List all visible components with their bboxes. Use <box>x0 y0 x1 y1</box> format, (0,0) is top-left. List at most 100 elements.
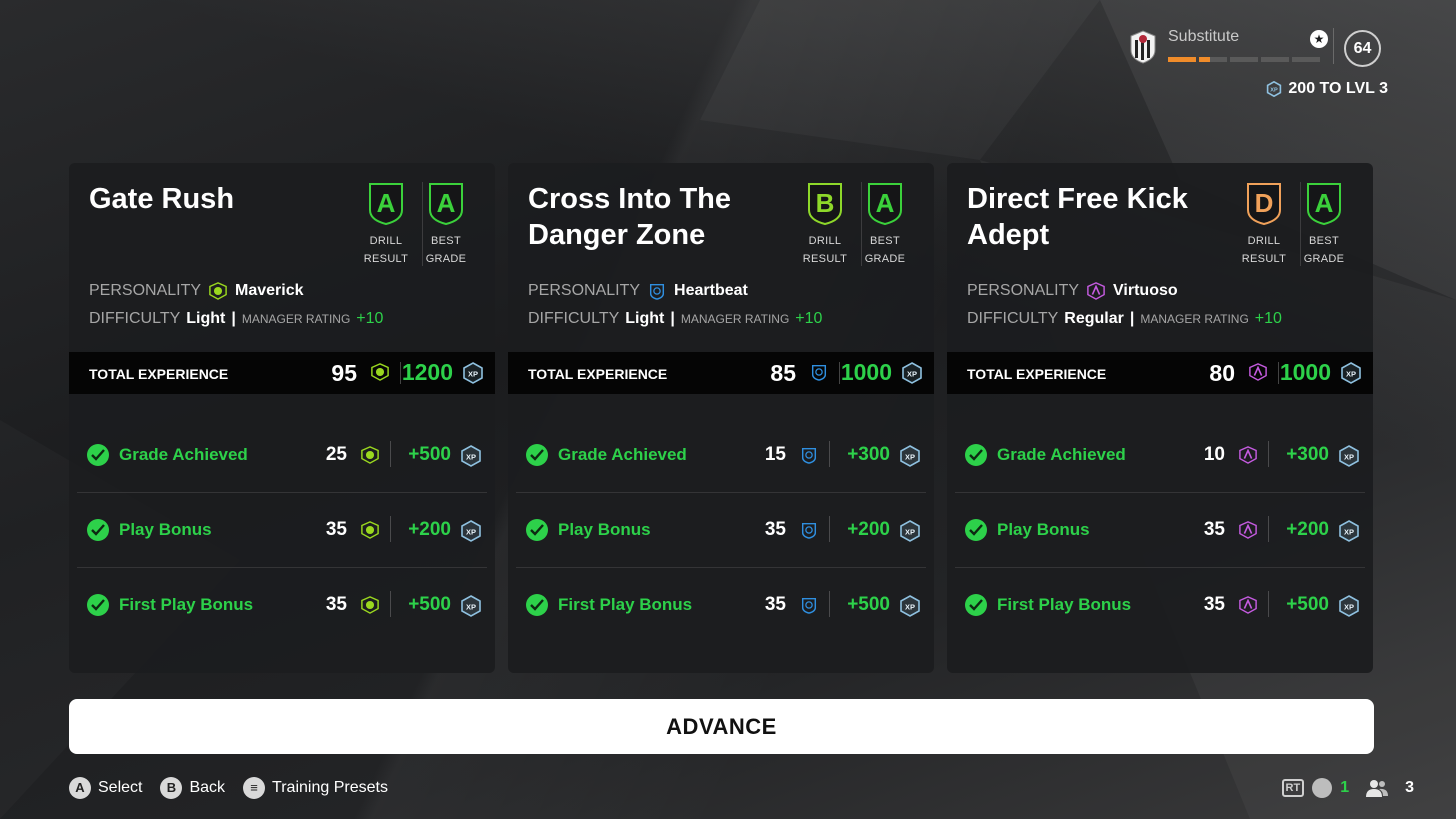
drill-card[interactable]: Direct Free Kick Adept D DRILL RESULT A … <box>947 163 1373 673</box>
controller-hints: A Select B Back ≡ Training Presets <box>69 777 388 799</box>
xp-icon: XP <box>900 445 920 467</box>
bonus-points: 35 <box>764 519 786 540</box>
difficulty-value: Light <box>625 310 665 327</box>
xp-to-next-level: XP 200 TO LVL 3 <box>1266 80 1388 98</box>
drill-card[interactable]: Gate Rush A DRILL RESULT A BEST GRADE PE… <box>69 163 495 673</box>
bonus-points: 25 <box>325 444 347 465</box>
progress-segment <box>1168 57 1196 62</box>
bonus-points: 35 <box>325 519 347 540</box>
manager-rating-value: +10 <box>795 310 823 327</box>
player-status-label: Substitute <box>1168 28 1240 45</box>
bonus-points: 35 <box>1203 594 1225 615</box>
bonus-xp: +500 <box>1286 594 1329 615</box>
svg-text:A: A <box>1315 188 1334 218</box>
grade-shield-icon: B <box>808 183 842 226</box>
difficulty-value: Regular <box>1064 310 1124 327</box>
xp-icon: XP <box>463 362 483 384</box>
bonus-label: Play Bonus <box>997 520 1090 539</box>
best-grade-caption: BEST GRADE <box>425 235 467 265</box>
personality-icon <box>1087 282 1105 300</box>
grade-shield-icon: A <box>429 183 463 226</box>
difficulty-row: DIFFICULTY Light | MANAGER RATING +10 <box>89 310 384 327</box>
bonus-xp: +500 <box>408 444 451 465</box>
personality-icon <box>361 521 379 539</box>
personality-row: PERSONALITY Heartbeat <box>528 281 748 301</box>
check-icon <box>87 519 109 541</box>
bonus-xp: +500 <box>847 594 890 615</box>
bonus-row: Grade Achieved 15 +300 XP <box>516 418 926 493</box>
personality-row: PERSONALITY Virtuoso <box>967 281 1178 301</box>
divider <box>829 591 830 617</box>
controller-button-icon: A <box>69 777 91 799</box>
total-points: 85 <box>770 360 796 386</box>
personality-icon <box>1239 521 1257 539</box>
personality-value: Virtuoso <box>1113 282 1178 299</box>
grade-shield-icon: A <box>369 183 403 226</box>
divider <box>1268 516 1269 542</box>
svg-text:XP: XP <box>466 453 476 462</box>
divider <box>829 516 830 542</box>
progress-segment <box>1230 57 1258 62</box>
hint-label: Select <box>98 779 143 796</box>
bonus-row: Grade Achieved 25 +500 XP <box>77 418 487 493</box>
hint-back[interactable]: B Back <box>160 777 225 799</box>
check-icon <box>87 594 109 616</box>
best-grade-caption: BEST GRADE <box>864 235 906 265</box>
drill-card[interactable]: Cross Into The Danger Zone B DRILL RESUL… <box>508 163 934 673</box>
personality-icon <box>361 446 379 464</box>
manager-rating-label: MANAGER RATING <box>1140 312 1249 326</box>
party-icon <box>1366 780 1389 797</box>
advance-button[interactable]: ADVANCE <box>69 699 1374 754</box>
speaker-muted-icon[interactable] <box>1312 778 1333 798</box>
svg-text:D: D <box>1255 188 1274 218</box>
difficulty-value: Light <box>186 310 226 327</box>
progress-segment <box>1292 57 1320 62</box>
xp-icon: XP <box>1339 445 1359 467</box>
bonus-label: Grade Achieved <box>119 445 248 464</box>
drill-result-caption: DRILL RESULT <box>802 235 848 265</box>
best-grade: A BEST GRADE <box>419 182 473 268</box>
xp-icon: XP <box>1339 520 1359 542</box>
hint-select[interactable]: A Select <box>69 777 142 799</box>
bonus-row: Play Bonus 35 +200 XP <box>77 493 487 568</box>
personality-icon <box>801 447 817 464</box>
drill-result-caption: DRILL RESULT <box>363 235 409 265</box>
difficulty-label: DIFFICULTY <box>967 310 1059 327</box>
divider <box>829 441 830 467</box>
bonus-xp: +200 <box>408 519 451 540</box>
svg-text:XP: XP <box>1344 528 1354 537</box>
drill-result-grade: A DRILL RESULT <box>359 182 413 268</box>
drill-result-grade: D DRILL RESULT <box>1237 182 1291 268</box>
personality-value: Maverick <box>235 282 304 299</box>
best-grade-caption: BEST GRADE <box>1303 235 1345 265</box>
controller-button-icon: ≡ <box>243 777 266 799</box>
personality-row: PERSONALITY Maverick <box>89 281 304 301</box>
xp-icon: XP <box>902 362 922 384</box>
personality-value: Heartbeat <box>674 282 748 299</box>
divider <box>390 591 391 617</box>
svg-text:A: A <box>437 188 456 218</box>
check-icon <box>965 444 987 466</box>
xp-icon: XP <box>900 520 920 542</box>
xp-icon: XP <box>461 595 481 617</box>
bonus-label: First Play Bonus <box>558 595 693 614</box>
footer-status: RT 1 3 <box>1281 778 1414 798</box>
svg-text:XP: XP <box>1271 87 1279 93</box>
voice-count: 1 <box>1340 779 1350 796</box>
progress-segment <box>1261 57 1289 62</box>
total-experience-label: TOTAL EXPERIENCE <box>528 366 668 382</box>
bonus-points: 35 <box>1203 519 1225 540</box>
bonus-label: Play Bonus <box>119 520 212 539</box>
bonus-points: 35 <box>325 594 347 615</box>
bonus-points: 10 <box>1203 444 1225 465</box>
personality-icon <box>811 364 827 381</box>
personality-icon <box>801 597 817 614</box>
player-level-badge: 64 <box>1344 30 1381 67</box>
svg-text:XP: XP <box>905 453 915 462</box>
rt-button-icon: RT <box>1281 779 1305 797</box>
svg-text:XP: XP <box>466 528 476 537</box>
total-experience-bar: TOTAL EXPERIENCE 85 1000 XP <box>508 352 934 394</box>
controller-button-icon: B <box>160 777 183 799</box>
hint-training-presets[interactable]: ≡ Training Presets <box>243 777 388 799</box>
difficulty-row: DIFFICULTY Regular | MANAGER RATING +10 <box>967 310 1282 327</box>
